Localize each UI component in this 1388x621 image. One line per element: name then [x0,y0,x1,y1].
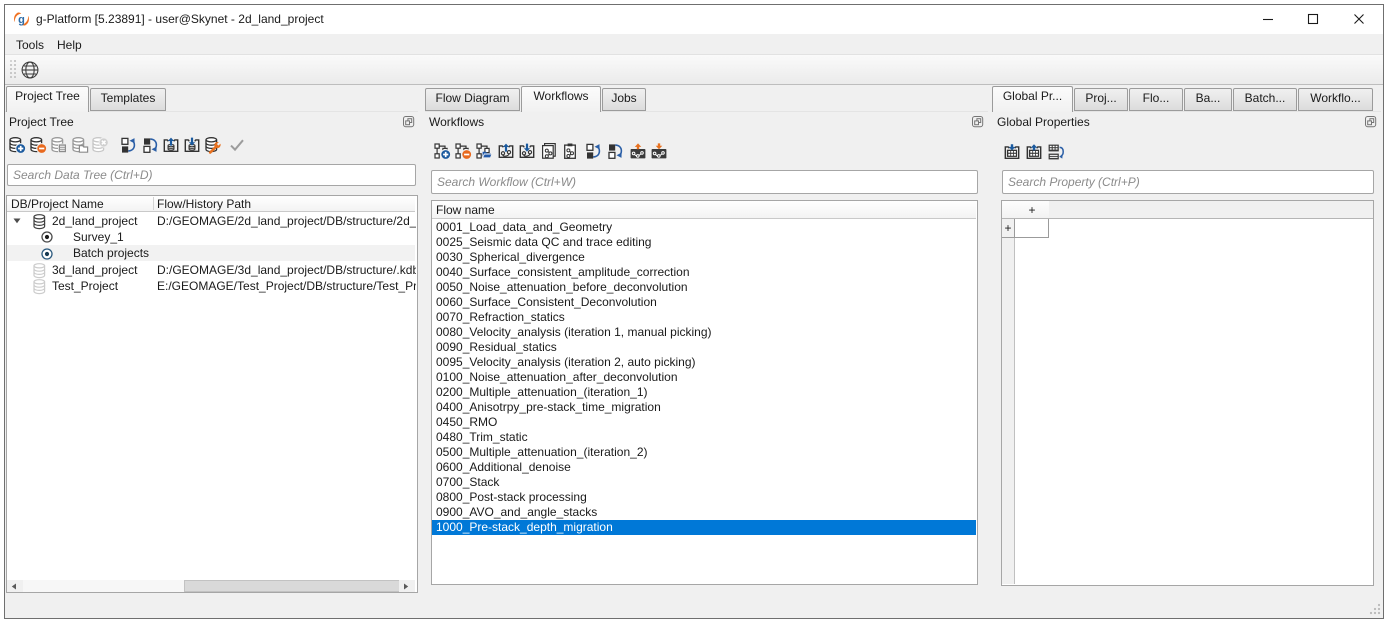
svg-text:g: g [18,14,25,26]
